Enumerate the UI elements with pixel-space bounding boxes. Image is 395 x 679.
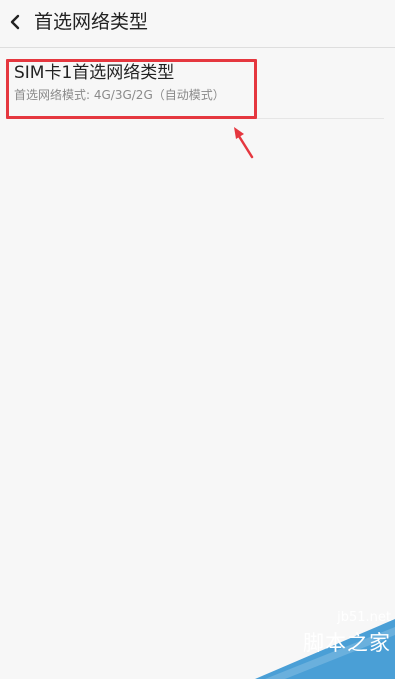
app-header: 首选网络类型: [0, 0, 395, 48]
watermark: jb51.net 脚本之家: [255, 607, 395, 679]
watermark-name: 脚本之家: [303, 631, 391, 655]
highlight-box: [6, 59, 257, 119]
annotation-arrow-icon: [234, 127, 254, 159]
watermark-site: jb51.net: [337, 610, 391, 625]
page-title: 首选网络类型: [34, 11, 149, 33]
back-icon[interactable]: [6, 11, 26, 33]
